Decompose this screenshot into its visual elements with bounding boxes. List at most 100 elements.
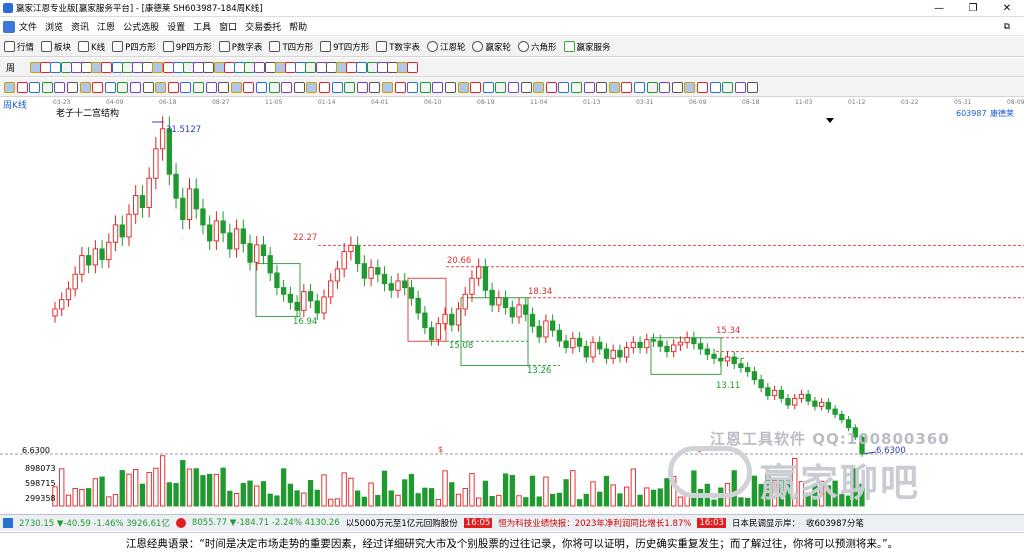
tool-icon[interactable] — [608, 82, 620, 93]
tool-icon[interactable] — [432, 82, 444, 93]
tool-icon[interactable] — [344, 82, 356, 93]
close-button[interactable]: ✕ — [990, 0, 1024, 17]
tool-icon[interactable] — [205, 82, 217, 93]
tool-icon[interactable] — [117, 82, 129, 93]
tool-icon[interactable] — [281, 82, 293, 93]
tool-icon[interactable] — [67, 82, 78, 93]
tool-icon[interactable] — [50, 62, 62, 73]
tool-winner-wheel[interactable]: 赢家轮 — [472, 41, 511, 53]
tool-icon[interactable] — [167, 82, 179, 93]
tool-icon[interactable] — [101, 62, 113, 73]
tool-gann-wheel[interactable]: 江恩轮 — [426, 41, 465, 53]
tool-icon[interactable] — [671, 82, 683, 93]
tool-icon[interactable] — [254, 62, 266, 73]
tick-watch[interactable]: 收603987分笔 — [806, 517, 864, 529]
tool-icon[interactable] — [130, 82, 141, 93]
tool-icon[interactable] — [305, 62, 317, 73]
tool-icon[interactable] — [684, 82, 696, 93]
tool-icon[interactable] — [558, 82, 570, 93]
tool-icon[interactable] — [621, 82, 633, 93]
menu-window[interactable]: 窗口 — [219, 20, 237, 33]
tool-icon[interactable] — [203, 62, 215, 73]
tool-icon[interactable] — [180, 82, 192, 93]
tool-hexagon[interactable]: 六角形 — [517, 41, 557, 53]
tool-icon[interactable] — [152, 62, 164, 73]
tool-9p-square[interactable]: 9P四方形 — [162, 41, 212, 53]
tool-icon[interactable] — [394, 82, 406, 93]
news-ticker-2[interactable]: 恒为科技业绩快报：2023年净利润同比增长1.87% — [498, 517, 691, 529]
tool-icon[interactable] — [369, 82, 381, 93]
tool-icon[interactable] — [319, 82, 330, 93]
menu-gann[interactable]: 江恩 — [97, 20, 115, 33]
tool-icon[interactable] — [520, 82, 532, 93]
menu-tools[interactable]: 工具 — [193, 20, 211, 33]
tool-icon[interactable] — [193, 82, 204, 93]
tool-icon[interactable] — [571, 82, 582, 93]
tool-icon[interactable] — [331, 82, 343, 93]
tool-icon[interactable] — [596, 82, 608, 93]
tool-icon[interactable] — [315, 62, 327, 73]
tool-icon[interactable] — [482, 82, 494, 93]
menu-trade[interactable]: 交易委托 — [245, 20, 281, 33]
tool-icon[interactable] — [293, 82, 305, 93]
menu-info[interactable]: 资讯 — [71, 20, 89, 33]
tool-icon[interactable] — [92, 82, 104, 93]
tool-icon[interactable] — [104, 82, 116, 93]
tool-icon[interactable] — [734, 82, 746, 93]
tool-icon[interactable] — [41, 82, 53, 93]
tool-icon[interactable] — [29, 82, 41, 93]
tool-icon[interactable] — [382, 82, 393, 93]
tool-icon[interactable] — [533, 82, 545, 93]
menu-help[interactable]: 帮助 — [289, 20, 307, 33]
tool-icon[interactable] — [218, 82, 230, 93]
tool-icon[interactable] — [366, 62, 378, 73]
tool-icon[interactable] — [356, 62, 368, 73]
tool-icon[interactable] — [495, 82, 507, 93]
tool-icon[interactable] — [634, 82, 645, 93]
tool-t-square[interactable]: T四方形 — [269, 41, 313, 53]
tool-icon[interactable] — [268, 82, 280, 93]
tool-icon[interactable] — [264, 62, 276, 73]
tool-quote[interactable]: 行情 — [4, 41, 34, 53]
tool-icon[interactable] — [407, 62, 419, 73]
tool-icon[interactable] — [230, 82, 242, 93]
menu-browse[interactable]: 浏览 — [45, 20, 63, 33]
tool-icon[interactable] — [162, 62, 174, 73]
tool-icon[interactable] — [155, 82, 167, 93]
tool-icon[interactable] — [407, 82, 419, 93]
tool-sector[interactable]: 板块 — [41, 41, 71, 53]
tool-icon[interactable] — [111, 62, 123, 73]
tool-icon[interactable] — [659, 82, 671, 93]
tool-icon[interactable] — [470, 82, 482, 93]
tool-icon[interactable] — [747, 82, 759, 93]
tool-icon[interactable] — [545, 82, 557, 93]
tool-icon[interactable] — [306, 82, 318, 93]
minimize-button[interactable]: — — [922, 0, 956, 17]
tool-icon[interactable] — [213, 62, 225, 73]
tool-icon[interactable] — [16, 82, 28, 93]
tool-icon[interactable] — [697, 82, 708, 93]
tool-icon[interactable] — [243, 82, 255, 93]
tool-icon[interactable] — [583, 82, 595, 93]
tool-p-table[interactable]: P数字表 — [218, 41, 262, 53]
tool-icon[interactable] — [457, 82, 469, 93]
tool-icon[interactable] — [4, 82, 15, 93]
news-ticker-1[interactable]: 以5000万元至1亿元回购股份 — [346, 517, 458, 529]
menu-formula[interactable]: 公式选股 — [123, 20, 159, 33]
tool-icon[interactable] — [60, 62, 72, 73]
tool-icon[interactable] — [54, 82, 66, 93]
tool-icon[interactable] — [419, 82, 431, 93]
tool-p-square[interactable]: P四方形 — [112, 41, 156, 53]
tool-icon[interactable] — [142, 82, 154, 93]
tool-kline[interactable]: K线 — [78, 41, 105, 53]
tool-9t-square[interactable]: 9T四方形 — [320, 41, 369, 53]
tool-icon[interactable] — [722, 82, 734, 93]
menu-file[interactable]: 文件 — [19, 20, 37, 33]
tool-icon[interactable] — [508, 82, 519, 93]
news-ticker-3[interactable]: 日本民调显示岸： — [732, 517, 800, 529]
tool-service[interactable]: 赢家服务 — [563, 41, 611, 53]
sh-index[interactable]: 2730.15 ▼-40.59 -1.46% 3926.61亿 — [19, 517, 170, 529]
restore-button[interactable]: ❐ — [956, 0, 990, 17]
sz-index[interactable]: 8055.77 ▼-184.71 -2.24% 4130.26 — [192, 518, 340, 528]
tool-icon[interactable] — [356, 82, 368, 93]
